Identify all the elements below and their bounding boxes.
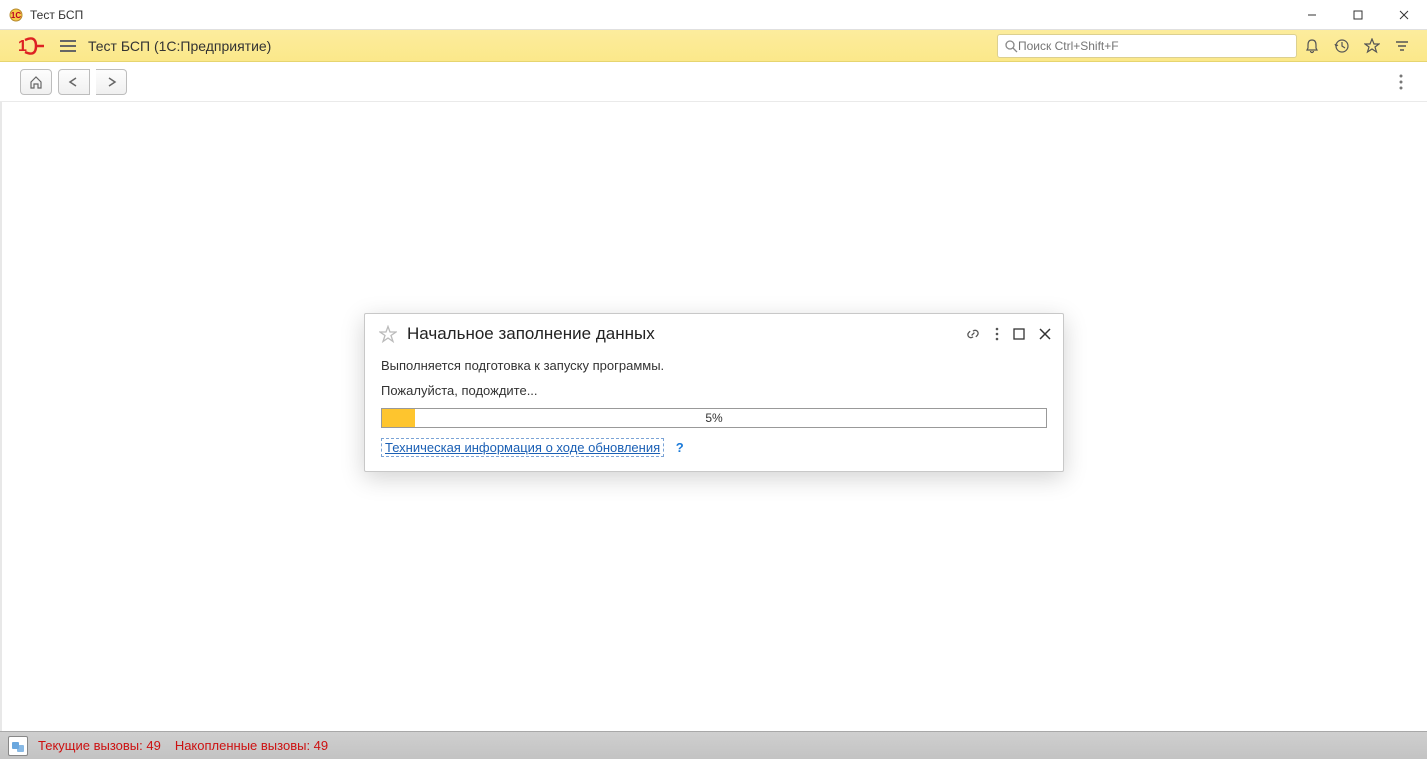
settings-filter-icon[interactable] xyxy=(1387,31,1417,61)
dialog-message-line1: Выполняется подготовка к запуску програм… xyxy=(381,358,1047,373)
window-minimize-button[interactable] xyxy=(1289,0,1335,30)
dialog-body: Выполняется подготовка к запуску програм… xyxy=(365,350,1063,455)
dialog-close-icon[interactable] xyxy=(1039,328,1051,340)
logo-1c-icon: 1 xyxy=(18,37,44,55)
back-button[interactable] xyxy=(58,69,90,95)
status-bar-icon[interactable] xyxy=(8,736,28,756)
help-icon[interactable]: ? xyxy=(676,440,684,455)
status-current-calls: Текущие вызовы: 49 xyxy=(38,738,161,753)
dialog-message-line2: Пожалуйста, подождите... xyxy=(381,383,1047,398)
search-box[interactable] xyxy=(997,34,1297,58)
notifications-bell-icon[interactable] xyxy=(1297,31,1327,61)
window-close-button[interactable] xyxy=(1381,0,1427,30)
menu-hamburger-icon[interactable] xyxy=(60,37,76,55)
more-options-icon[interactable] xyxy=(1395,70,1407,94)
dialog-title: Начальное заполнение данных xyxy=(407,324,655,344)
window-titlebar: 1C Тест БСП xyxy=(0,0,1427,30)
dialog-more-icon[interactable] xyxy=(995,327,999,341)
dialog-header: Начальное заполнение данных xyxy=(365,314,1063,350)
search-input[interactable] xyxy=(1018,39,1290,53)
progress-bar: 5% xyxy=(381,408,1047,428)
status-bar: Текущие вызовы: 49 Накопленные вызовы: 4… xyxy=(0,731,1427,759)
home-button[interactable] xyxy=(20,69,52,95)
window-maximize-button[interactable] xyxy=(1335,0,1381,30)
forward-button[interactable] xyxy=(96,69,127,95)
status-accumulated-calls: Накопленные вызовы: 49 xyxy=(175,738,328,753)
window-title: Тест БСП xyxy=(30,8,83,22)
history-icon[interactable] xyxy=(1327,31,1357,61)
dialog-maximize-icon[interactable] xyxy=(1013,328,1025,340)
technical-info-link[interactable]: Техническая информация о ходе обновления xyxy=(381,438,664,457)
initial-data-fill-dialog: Начальное заполнение данных Выполняется … xyxy=(364,313,1064,472)
svg-text:1C: 1C xyxy=(11,11,21,20)
search-icon xyxy=(1004,39,1018,53)
favorite-star-icon[interactable] xyxy=(379,325,397,343)
app-title: Тест БСП (1С:Предприятие) xyxy=(88,38,271,54)
progress-label: 5% xyxy=(382,409,1046,427)
navigation-strip xyxy=(0,62,1427,102)
favorites-star-icon[interactable] xyxy=(1357,31,1387,61)
app-icon: 1C xyxy=(8,7,24,23)
dialog-link-icon[interactable] xyxy=(965,326,981,342)
app-toolbar: 1 Тест БСП (1С:Предприятие) xyxy=(0,30,1427,62)
